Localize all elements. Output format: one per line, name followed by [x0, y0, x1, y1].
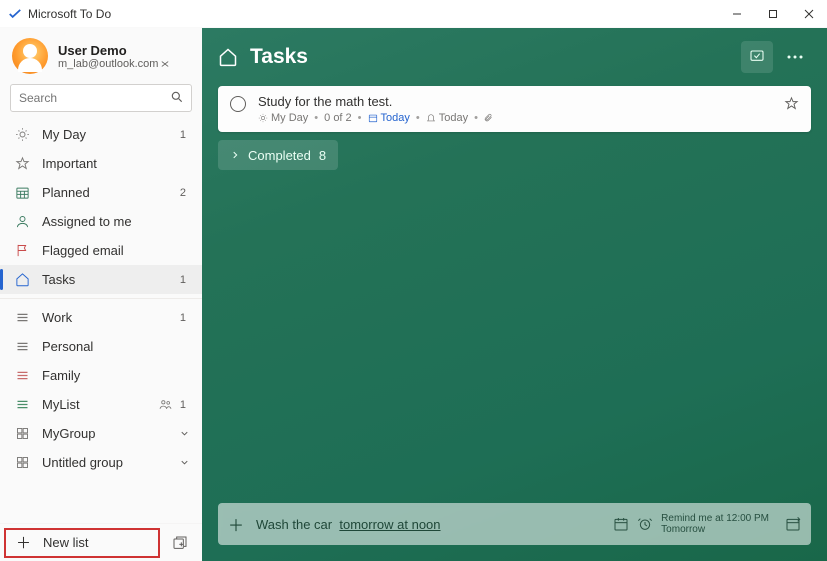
list-personal[interactable]: Personal [0, 332, 202, 361]
group-mygroup[interactable]: MyGroup [0, 419, 202, 448]
user-email: m_lab@outlook.com [58, 58, 169, 70]
task-checkbox[interactable] [230, 96, 246, 112]
list-mylist[interactable]: MyList 1 [0, 390, 202, 419]
home-icon [14, 272, 30, 287]
list-family-label: Family [42, 368, 190, 383]
list-personal-label: Personal [42, 339, 190, 354]
account-expand-icon [161, 60, 169, 68]
bell-icon [426, 113, 436, 123]
new-list-label: New list [43, 535, 89, 550]
due-date-button[interactable] [613, 516, 629, 532]
user-account-row[interactable]: User Demo m_lab@outlook.com [0, 34, 202, 84]
new-list-button[interactable]: ＋ New list [4, 528, 160, 558]
task-item[interactable]: Study for the math test. My Day • 0 of 2… [218, 86, 811, 132]
list-work-count: 1 [176, 312, 190, 324]
group-untitled[interactable]: Untitled group [0, 448, 202, 477]
search-box[interactable] [10, 84, 192, 112]
group-untitled-label: Untitled group [42, 455, 179, 470]
list-mylist-label: MyList [42, 397, 159, 412]
list-icon [14, 339, 30, 354]
content-area: Tasks Study for the math test. My Day • … [202, 28, 827, 561]
suggestions-button[interactable] [741, 41, 773, 73]
reminder-info: Remind me at 12:00 PM Tomorrow [661, 513, 769, 535]
nav-planned[interactable]: Planned 2 [0, 178, 202, 207]
add-task-row[interactable]: ＋ Wash the car tomorrow at noon Remind m… [218, 503, 811, 545]
search-input[interactable] [10, 84, 192, 112]
nav-planned-label: Planned [42, 185, 176, 200]
list-work-label: Work [42, 310, 176, 325]
nav-assigned-label: Assigned to me [42, 214, 190, 229]
task-title: Study for the math test. [258, 94, 772, 109]
nav-my-day-count: 1 [176, 129, 190, 141]
add-task-text: Wash the car tomorrow at noon [256, 517, 441, 532]
home-icon [218, 47, 238, 67]
flag-icon [14, 243, 30, 258]
list-family[interactable]: Family [0, 361, 202, 390]
nav-flagged[interactable]: Flagged email [0, 236, 202, 265]
nav-my-day[interactable]: My Day 1 [0, 120, 202, 149]
nav-flagged-label: Flagged email [42, 243, 190, 258]
app-title: Microsoft To Do [28, 7, 719, 21]
list-icon [14, 310, 30, 325]
calendar-icon [368, 113, 378, 123]
chevron-down-icon [179, 428, 190, 439]
person-icon [14, 214, 30, 229]
chevron-down-icon [179, 457, 190, 468]
task-metadata: My Day • 0 of 2 • Today • Today • [258, 112, 772, 124]
nav-tasks[interactable]: Tasks 1 [0, 265, 202, 294]
user-name: User Demo [58, 43, 169, 58]
sun-icon [14, 127, 30, 142]
star-icon [14, 156, 30, 171]
reminder-button[interactable] [637, 516, 653, 532]
avatar-icon [12, 38, 48, 74]
page-title: Tasks [250, 45, 741, 69]
window-minimize-button[interactable] [719, 0, 755, 28]
app-logo-icon [8, 7, 22, 21]
list-icon [14, 368, 30, 383]
task-star-button[interactable] [784, 96, 799, 111]
nav-planned-count: 2 [176, 187, 190, 199]
group-icon [14, 426, 30, 441]
nav-tasks-count: 1 [176, 274, 190, 286]
nav-my-day-label: My Day [42, 127, 176, 142]
sun-icon [258, 113, 268, 123]
completed-count: 8 [319, 148, 326, 163]
attachment-icon [484, 113, 493, 123]
chevron-right-icon [230, 150, 240, 160]
calendar-grid-icon [14, 185, 30, 200]
list-mylist-count: 1 [176, 399, 190, 411]
sidebar: User Demo m_lab@outlook.com My Day 1 [0, 28, 202, 561]
title-bar: Microsoft To Do [0, 0, 827, 28]
plus-icon: ＋ [228, 512, 244, 536]
new-group-button[interactable] [166, 535, 194, 551]
nav-tasks-label: Tasks [42, 272, 176, 287]
group-icon [14, 455, 30, 470]
nav-important-label: Important [42, 156, 190, 171]
list-work[interactable]: Work 1 [0, 303, 202, 332]
shared-icon [159, 398, 172, 411]
task-steps: 0 of 2 [324, 112, 352, 124]
window-close-button[interactable] [791, 0, 827, 28]
window-maximize-button[interactable] [755, 0, 791, 28]
list-icon [14, 397, 30, 412]
group-mygroup-label: MyGroup [42, 426, 179, 441]
completed-toggle[interactable]: Completed 8 [218, 140, 338, 170]
completed-label: Completed [248, 148, 311, 163]
list-options-button[interactable] [779, 41, 811, 73]
plus-icon: ＋ [16, 532, 31, 553]
nav-assigned[interactable]: Assigned to me [0, 207, 202, 236]
search-icon [170, 90, 184, 104]
repeat-button[interactable] [785, 516, 801, 532]
nav-important[interactable]: Important [0, 149, 202, 178]
